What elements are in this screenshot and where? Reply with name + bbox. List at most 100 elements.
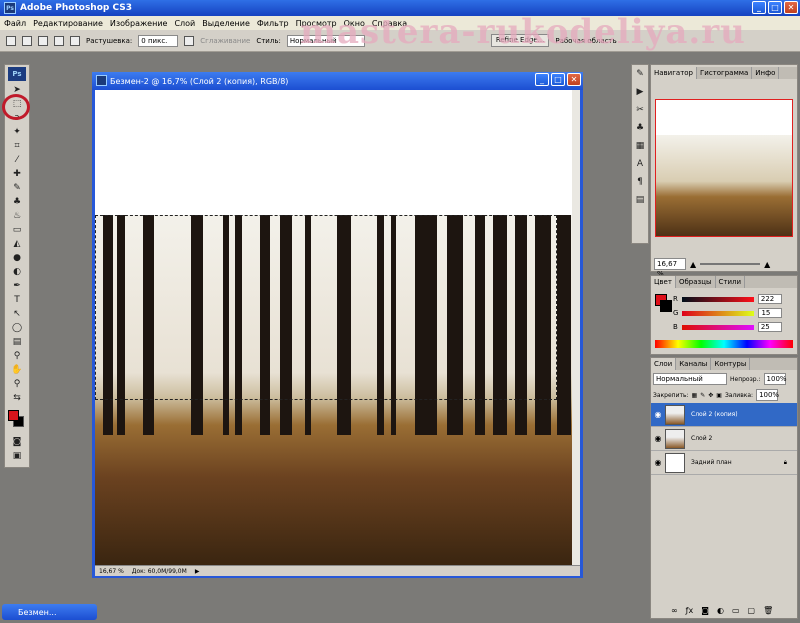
r-slider[interactable]: [681, 296, 754, 302]
doc-maximize-button[interactable]: □: [551, 73, 565, 86]
menu-layer[interactable]: Слой: [174, 19, 195, 28]
tab-info[interactable]: Инфо: [752, 67, 780, 79]
zoom-tool-icon[interactable]: ⚲: [5, 377, 29, 391]
new-layer-icon[interactable]: ▢: [748, 606, 756, 615]
menu-file[interactable]: Файл: [4, 19, 26, 28]
minimized-document[interactable]: Безмен...: [2, 604, 97, 620]
opacity-input[interactable]: 100%: [763, 373, 787, 385]
delete-layer-icon[interactable]: 🗑︎: [763, 606, 773, 615]
zoom-out-icon[interactable]: ▲: [690, 260, 696, 269]
swap-colors-icon[interactable]: ⇆: [5, 391, 29, 405]
add-selection-icon[interactable]: [38, 35, 48, 46]
pen-tool-icon[interactable]: ✒: [5, 279, 29, 293]
layer-thumbnail: [665, 404, 685, 425]
b-slider[interactable]: [681, 324, 754, 330]
layer-row[interactable]: ◉ Задний план 🔒︎: [651, 451, 797, 475]
menu-image[interactable]: Изображение: [110, 19, 168, 28]
actions-panel-icon[interactable]: ▶: [632, 83, 648, 101]
history-panel-icon[interactable]: ▤: [632, 191, 648, 209]
crop-tool-icon[interactable]: ⌗: [5, 139, 29, 153]
magic-wand-tool-icon[interactable]: ✦: [5, 125, 29, 139]
visibility-eye-icon[interactable]: ◉: [651, 410, 665, 419]
tab-swatches[interactable]: Образцы: [676, 276, 716, 288]
navigator-preview[interactable]: [655, 99, 793, 237]
navigator-zoom-field[interactable]: 16,67 %: [654, 258, 686, 278]
tab-color[interactable]: Цвет: [651, 276, 676, 288]
marquee-preset-icon[interactable]: [6, 35, 16, 46]
layer-row[interactable]: ◉ Слой 2: [651, 427, 797, 451]
menu-filter[interactable]: Фильтр: [257, 19, 289, 28]
g-slider[interactable]: [682, 310, 755, 316]
shape-tool-icon[interactable]: ◯: [5, 321, 29, 335]
character-panel-icon[interactable]: A: [632, 155, 648, 173]
brush-tool-icon[interactable]: ✎: [5, 181, 29, 195]
layer-style-icon[interactable]: ƒx: [686, 606, 694, 615]
antialias-checkbox[interactable]: [184, 35, 195, 46]
menu-edit[interactable]: Редактирование: [33, 19, 103, 28]
blend-mode-select[interactable]: Нормальный: [653, 373, 727, 385]
screen-mode-icon[interactable]: ▣: [5, 449, 29, 463]
zoom-in-icon[interactable]: ▲: [764, 260, 770, 269]
feather-input[interactable]: 0 пикс.: [138, 34, 179, 47]
blur-tool-icon[interactable]: ●: [5, 251, 29, 265]
r-input[interactable]: 222: [757, 294, 782, 304]
visibility-eye-icon[interactable]: ◉: [651, 458, 665, 467]
adjustment-layer-icon[interactable]: ◐: [717, 606, 724, 615]
notes-tool-icon[interactable]: ▤: [5, 335, 29, 349]
g-input[interactable]: 15: [758, 308, 783, 318]
new-group-icon[interactable]: ▭: [732, 606, 740, 615]
path-selection-tool-icon[interactable]: ↖: [5, 307, 29, 321]
layer-comps-icon[interactable]: ▦: [632, 137, 648, 155]
new-selection-icon[interactable]: [22, 35, 32, 46]
menu-select[interactable]: Выделение: [202, 19, 250, 28]
foreground-color-swatch[interactable]: [8, 410, 19, 421]
paint-bucket-tool-icon[interactable]: ◭: [5, 237, 29, 251]
layer-mask-icon[interactable]: ◙: [701, 606, 709, 615]
tab-histogram[interactable]: Гистограмма: [697, 67, 753, 79]
subtract-selection-icon[interactable]: [54, 35, 64, 46]
healing-brush-tool-icon[interactable]: ✚: [5, 167, 29, 181]
document-canvas[interactable]: [95, 90, 572, 565]
doc-minimize-button[interactable]: _: [535, 73, 549, 86]
quick-mask-icon[interactable]: ◙: [5, 435, 29, 449]
history-brush-tool-icon[interactable]: ♨: [5, 209, 29, 223]
clone-stamp-tool-icon[interactable]: ♣: [5, 195, 29, 209]
clone-source-icon[interactable]: ♣: [632, 119, 648, 137]
tab-channels[interactable]: Каналы: [676, 358, 712, 370]
layer-row[interactable]: ◉ Слой 2 (копия): [651, 403, 797, 427]
visibility-eye-icon[interactable]: ◉: [651, 434, 665, 443]
maximize-button[interactable]: □: [768, 1, 782, 14]
tool-presets-icon[interactable]: ✂: [632, 101, 648, 119]
brush-panel-icon[interactable]: ✎: [632, 65, 648, 83]
r-label: R: [673, 295, 678, 303]
eyedropper-tool-icon[interactable]: ⚲: [5, 349, 29, 363]
lock-all-icon[interactable]: ▣: [716, 392, 722, 399]
tab-styles[interactable]: Стили: [716, 276, 746, 288]
minimize-button[interactable]: _: [752, 1, 766, 14]
b-input[interactable]: 25: [757, 322, 782, 332]
hand-tool-icon[interactable]: ✋: [5, 363, 29, 377]
lock-image-icon[interactable]: ✎: [700, 392, 705, 399]
tab-paths[interactable]: Контуры: [711, 358, 751, 370]
link-layers-icon[interactable]: ∞: [671, 606, 678, 615]
lock-transparency-icon[interactable]: ▦: [692, 392, 698, 399]
doc-zoom-field[interactable]: 16,67 %: [99, 568, 124, 575]
tab-layers[interactable]: Слои: [651, 358, 677, 370]
slice-tool-icon[interactable]: ⁄: [5, 153, 29, 167]
close-button[interactable]: ✕: [784, 1, 798, 14]
zoom-slider[interactable]: [700, 263, 761, 265]
document-title-bar[interactable]: Безмен-2 @ 16,7% (Слой 2 (копия), RGB/8)…: [92, 72, 583, 90]
paragraph-panel-icon[interactable]: ¶: [632, 173, 648, 191]
color-spectrum[interactable]: [655, 340, 793, 348]
intersect-selection-icon[interactable]: [70, 35, 80, 46]
lock-position-icon[interactable]: ✥: [708, 392, 713, 399]
tab-navigator[interactable]: Навигатор: [651, 67, 697, 79]
eraser-tool-icon[interactable]: ▭: [5, 223, 29, 237]
doc-close-button[interactable]: ✕: [567, 73, 581, 86]
fill-input[interactable]: 100%: [756, 389, 779, 401]
toolbox-logo: Ps: [8, 67, 26, 81]
type-tool-icon[interactable]: T: [5, 293, 29, 307]
status-arrow-icon[interactable]: ▶: [195, 568, 200, 575]
color-bg-swatch[interactable]: [660, 300, 672, 312]
dodge-tool-icon[interactable]: ◐: [5, 265, 29, 279]
